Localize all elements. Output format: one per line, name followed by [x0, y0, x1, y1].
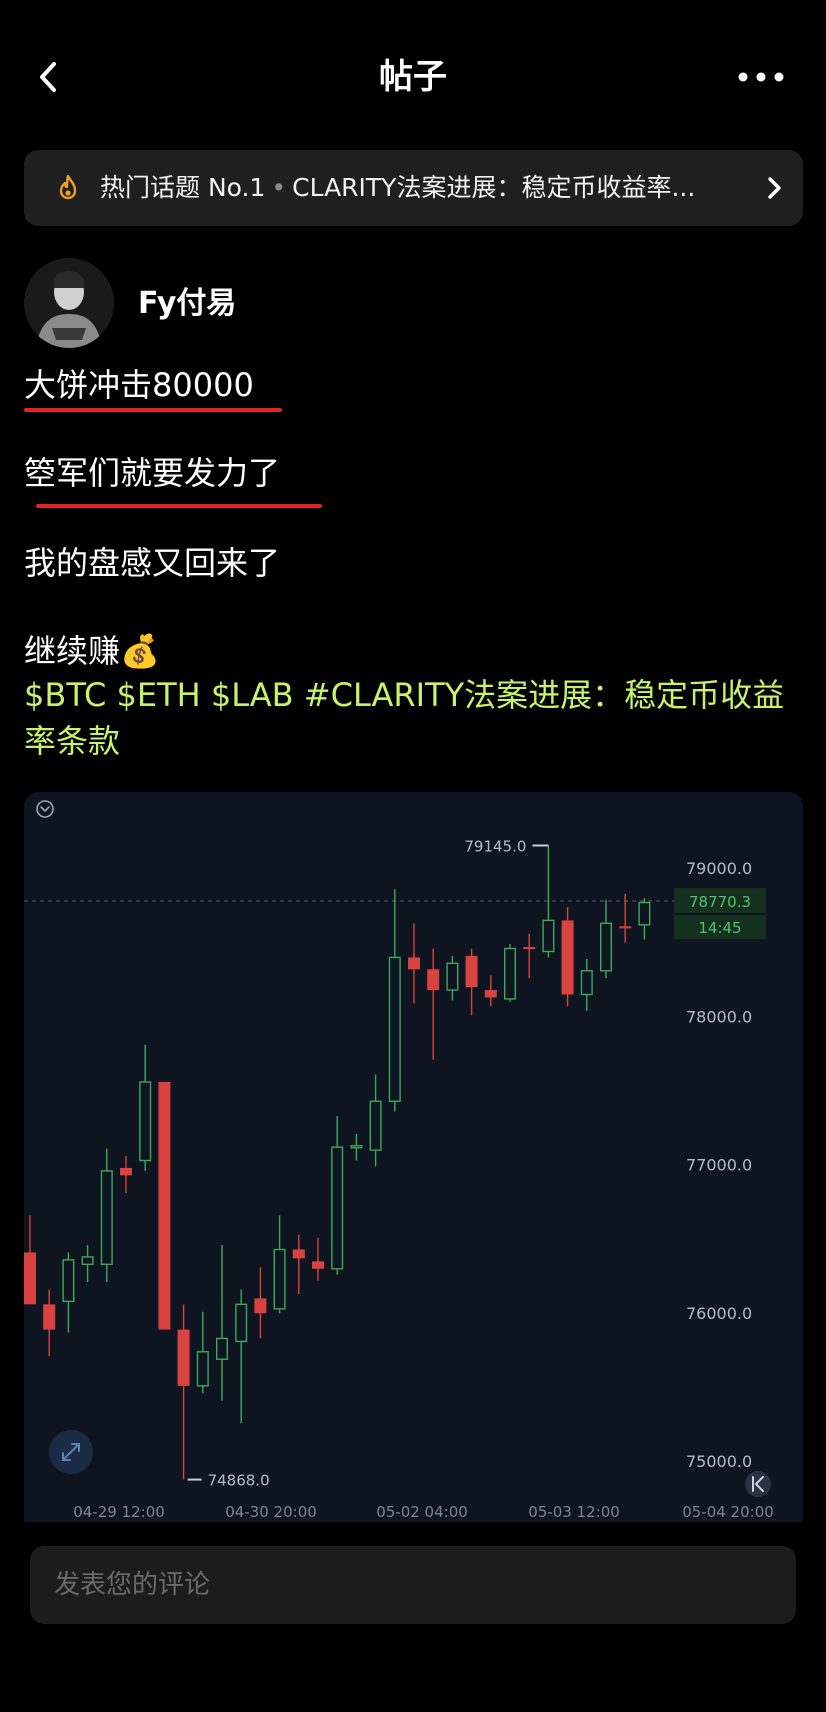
money-bag-icon: 💰: [120, 632, 160, 670]
candle-body: [427, 969, 440, 991]
avatar-image: [24, 258, 114, 348]
post-line-4-text: 继续赚: [24, 632, 121, 670]
candle-body: [215, 1337, 228, 1360]
candle-body: [619, 926, 632, 929]
candle-body: [196, 1351, 209, 1387]
candlestick-chart: 79000.0 78000.0 77000.0 76000.0 75000.0 04-29…: [24, 800, 774, 1521]
x-tick-label: 04-30 20:00: [225, 1503, 317, 1521]
candle-body: [273, 1248, 286, 1310]
collapse-icon[interactable]: [36, 800, 54, 818]
high-price-label: 79145.0: [464, 838, 526, 856]
post-line-4: 继续赚💰: [24, 628, 160, 674]
candle-body: [139, 1081, 152, 1162]
candle-body: [254, 1298, 267, 1314]
candle-body: [235, 1303, 248, 1343]
red-underline-2: [36, 504, 322, 508]
candle-body: [350, 1145, 363, 1149]
candle-body: [504, 947, 517, 1000]
candle-body: [24, 1252, 36, 1305]
price-chart[interactable]: 79000.0 78000.0 77000.0 76000.0 75000.0 04-29…: [24, 792, 803, 1522]
candle-body: [120, 1167, 132, 1176]
x-tick-label: 05-04 20:00: [682, 1503, 774, 1521]
post-line-1: 大饼冲击80000: [24, 366, 254, 404]
x-tick-label: 05-02 04:00: [376, 1503, 468, 1521]
candle-body: [312, 1261, 324, 1269]
fire-icon: [59, 174, 77, 200]
candle-body: [369, 1100, 382, 1151]
candle-body: [465, 955, 478, 988]
banner-topic: CLARITY法案进展：稳定币收益率...: [292, 173, 696, 202]
candle-body: [446, 962, 459, 991]
candle-body: [62, 1259, 75, 1303]
candle-body: [638, 901, 651, 926]
countdown-label: 14:45: [698, 919, 741, 937]
more-button[interactable]: [733, 60, 789, 94]
post-line-2: 箜军们就要发力了: [24, 454, 281, 492]
candle-body: [484, 990, 497, 998]
fullscreen-button[interactable]: [49, 1430, 93, 1474]
x-tick-label: 04-29 12:00: [73, 1503, 165, 1521]
candle-body: [331, 1146, 344, 1270]
candle-body: [408, 957, 420, 970]
candle-body: [600, 922, 613, 972]
current-price-label: 78770.3: [689, 893, 751, 911]
red-underline-1: [24, 408, 282, 412]
page-title: 帖子: [379, 57, 447, 97]
chevron-right-icon: [768, 177, 781, 199]
comment-input[interactable]: 发表您的评论: [30, 1546, 796, 1624]
avatar[interactable]: [24, 258, 114, 348]
x-tick-label: 05-03 12:00: [528, 1503, 620, 1521]
candle-body: [292, 1249, 305, 1259]
candle-body: [43, 1304, 56, 1330]
banner-separator: •: [271, 173, 287, 202]
candle-body: [388, 956, 401, 1102]
low-price-label: 74868.0: [208, 1472, 270, 1490]
trending-topic-banner[interactable]: 热门话题 No.1 • CLARITY法案进展：稳定币收益率...: [24, 150, 803, 226]
candle-body: [177, 1329, 190, 1386]
candle-body: [523, 947, 536, 950]
author-name[interactable]: Fy付易: [138, 282, 236, 326]
candle-body: [81, 1256, 94, 1266]
comment-placeholder: 发表您的评论: [54, 1570, 211, 1600]
y-tick-label: 76000.0: [686, 1304, 752, 1323]
y-tick-label: 75000.0: [686, 1452, 752, 1471]
more-horizontal-icon: [738, 72, 784, 82]
y-tick-label: 78000.0: [686, 1007, 752, 1026]
candle-body: [580, 970, 593, 996]
y-tick-label: 79000.0: [686, 859, 752, 878]
scroll-to-latest-button[interactable]: [745, 1471, 771, 1497]
candle-body: [542, 919, 555, 953]
post-line-3: 我的盘感又回来了: [24, 544, 281, 582]
candle-body: [100, 1170, 113, 1266]
candle-body: [561, 920, 574, 995]
y-tick-label: 77000.0: [686, 1156, 752, 1175]
post-tags[interactable]: $BTC $ETH $LAB #CLARITY法案进展：稳定币收益率条款: [24, 672, 804, 764]
banner-prefix: 热门话题 No.1: [100, 173, 266, 202]
candle-body: [158, 1081, 171, 1330]
banner-text: 热门话题 No.1 • CLARITY法案进展：稳定币收益率...: [100, 150, 743, 226]
